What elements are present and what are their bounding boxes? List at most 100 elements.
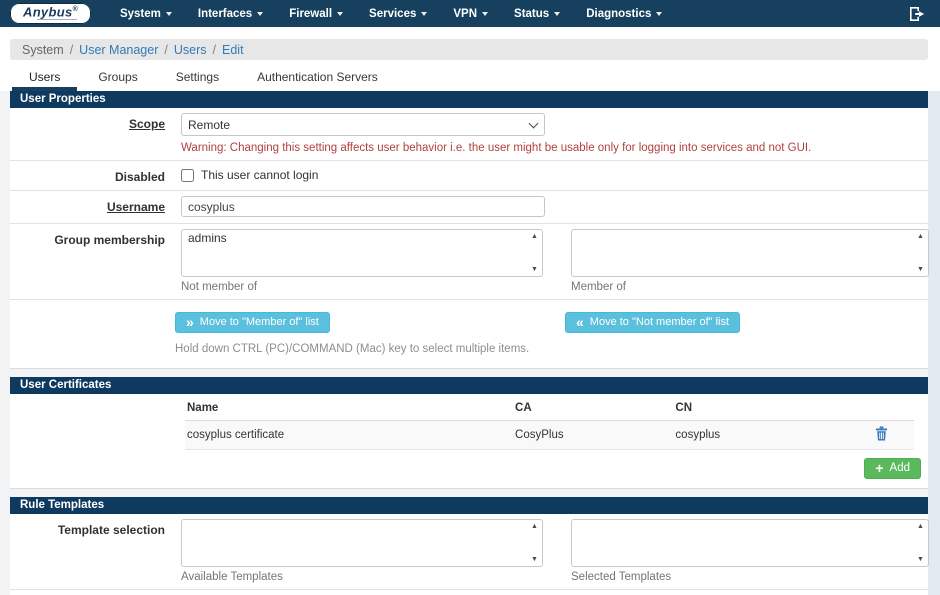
- listbox-scrollbar[interactable]: ▲ ▼: [528, 521, 541, 565]
- chevron-down-icon: [656, 12, 662, 16]
- listbox-scrollbar[interactable]: ▲ ▼: [914, 521, 927, 565]
- scroll-down-icon[interactable]: ▼: [917, 556, 924, 563]
- disabled-label: Disabled: [10, 166, 181, 184]
- breadcrumb-link-user-manager[interactable]: User Manager: [79, 43, 158, 57]
- add-certificate-button[interactable]: + Add: [864, 458, 921, 479]
- tab-bar: Users Groups Settings Authentication Ser…: [10, 65, 928, 91]
- group-membership-row: Group membership admins ▲ ▼ Not membe: [10, 224, 928, 300]
- move-to-not-member-of-label: Move to "Not member of" list: [590, 316, 729, 328]
- column-ca: CA: [513, 396, 673, 421]
- anybus-logo[interactable]: Anybus®: [10, 3, 91, 24]
- username-label: Username: [10, 196, 181, 217]
- menu-interfaces[interactable]: Interfaces: [185, 0, 276, 27]
- breadcrumb: System / User Manager / Users / Edit: [10, 39, 928, 60]
- column-name: Name: [185, 396, 513, 421]
- available-templates-listbox[interactable]: ▲ ▼: [181, 519, 543, 567]
- username-control: [181, 196, 928, 217]
- listbox-scrollbar[interactable]: ▲ ▼: [914, 231, 927, 275]
- plus-icon: +: [875, 463, 883, 474]
- not-member-of-group: admins ▲ ▼ Not member of: [181, 229, 543, 293]
- scroll-up-icon[interactable]: ▲: [917, 233, 924, 240]
- table-row: cosyplus certificate CosyPlus cosyplus: [185, 421, 914, 450]
- cert-name-cell: cosyplus certificate: [185, 421, 513, 450]
- sign-out-icon[interactable]: [908, 6, 926, 22]
- move-to-member-of-button[interactable]: » Move to "Member of" list: [175, 312, 330, 333]
- tab-groups[interactable]: Groups: [81, 65, 154, 91]
- template-move-row: » Move to "Apply Templates" list « Move …: [10, 590, 928, 595]
- tab-users[interactable]: Users: [12, 65, 77, 91]
- scope-warning: Warning: Changing this setting affects u…: [181, 142, 914, 154]
- user-properties-header: User Properties: [10, 91, 928, 108]
- menu-firewall-label: Firewall: [289, 8, 332, 20]
- breadcrumb-separator: /: [70, 43, 73, 57]
- disabled-row: Disabled This user cannot login: [10, 161, 928, 191]
- menu-status[interactable]: Status: [501, 0, 573, 27]
- listbox-scrollbar[interactable]: ▲ ▼: [528, 231, 541, 275]
- menu-services-label: Services: [369, 8, 416, 20]
- group-move-row: » Move to "Member of" list « Move to "No…: [10, 300, 928, 368]
- menu-system[interactable]: System: [107, 0, 185, 27]
- selected-templates-listbox[interactable]: ▲ ▼: [571, 519, 929, 567]
- delete-certificate-icon[interactable]: [875, 426, 888, 444]
- member-of-caption: Member of: [571, 281, 929, 293]
- tab-settings[interactable]: Settings: [159, 65, 236, 91]
- menu-vpn[interactable]: VPN: [440, 0, 501, 27]
- add-button-label: Add: [890, 462, 910, 474]
- user-certificates-panel: User Certificates Name CA CN cosyplus ce…: [10, 377, 928, 489]
- member-of-listbox[interactable]: ▲ ▼: [571, 229, 929, 277]
- certificates-header-row: Name CA CN: [185, 396, 914, 421]
- scope-label: Scope: [10, 113, 181, 154]
- chevron-down-icon: [166, 12, 172, 16]
- disabled-checkbox[interactable]: [181, 169, 194, 182]
- menu-diagnostics[interactable]: Diagnostics: [573, 0, 675, 27]
- column-actions: [848, 396, 914, 421]
- template-selection-control: ▲ ▼ Available Templates ▲ ▼: [181, 519, 940, 583]
- double-arrow-left-icon: «: [576, 317, 584, 327]
- member-of-group: ▲ ▼ Member of: [571, 229, 929, 293]
- add-row: + Add: [10, 450, 928, 488]
- double-arrow-right-icon: »: [186, 317, 194, 327]
- cert-cn-cell: cosyplus: [673, 421, 848, 450]
- breadcrumb-separator: /: [213, 43, 216, 57]
- scroll-up-icon[interactable]: ▲: [531, 233, 538, 240]
- certificates-table: Name CA CN cosyplus certificate CosyPlus…: [185, 396, 914, 450]
- menu-diagnostics-label: Diagnostics: [586, 8, 651, 20]
- breadcrumb-root: System: [22, 43, 64, 57]
- tab-authentication-servers[interactable]: Authentication Servers: [240, 65, 395, 91]
- not-member-of-caption: Not member of: [181, 281, 543, 293]
- selected-templates-caption: Selected Templates: [571, 571, 929, 583]
- not-member-of-listbox[interactable]: admins ▲ ▼: [181, 229, 543, 277]
- chevron-down-icon: [482, 12, 488, 16]
- template-selection-label: Template selection: [10, 519, 181, 583]
- breadcrumb-link-edit[interactable]: Edit: [222, 43, 244, 57]
- scroll-down-icon[interactable]: ▼: [917, 266, 924, 273]
- menu-status-label: Status: [514, 8, 549, 20]
- list-item[interactable]: admins: [182, 230, 542, 246]
- scroll-down-icon[interactable]: ▼: [531, 266, 538, 273]
- group-membership-control: admins ▲ ▼ Not member of: [181, 229, 940, 293]
- menu-vpn-label: VPN: [453, 8, 477, 20]
- username-input[interactable]: [181, 196, 545, 217]
- scope-select[interactable]: Remote: [181, 113, 545, 136]
- menu-firewall[interactable]: Firewall: [276, 0, 356, 27]
- chevron-down-icon: [337, 12, 343, 16]
- breadcrumb-link-users[interactable]: Users: [174, 43, 207, 57]
- scroll-up-icon[interactable]: ▲: [917, 523, 924, 530]
- group-membership-label: Group membership: [10, 229, 181, 293]
- template-selection-row: Template selection ▲ ▼ Available Templat…: [10, 514, 928, 590]
- breadcrumb-separator: /: [164, 43, 167, 57]
- certificates-table-wrap: Name CA CN cosyplus certificate CosyPlus…: [10, 394, 928, 450]
- logo-wordmark: Anybus: [23, 5, 72, 20]
- disabled-checkbox-label: This user cannot login: [201, 168, 318, 182]
- scope-row: Scope Remote Warning: Changing this sett…: [10, 108, 928, 161]
- menu-services[interactable]: Services: [356, 0, 440, 27]
- disabled-control: This user cannot login: [181, 166, 928, 184]
- rule-templates-header: Rule Templates: [10, 497, 928, 514]
- scroll-down-icon[interactable]: ▼: [531, 556, 538, 563]
- move-to-not-member-of-button[interactable]: « Move to "Not member of" list: [565, 312, 740, 333]
- logo-text: Anybus®: [23, 4, 78, 18]
- main-content: User Properties Scope Remote Warning: Ch…: [0, 91, 940, 595]
- scroll-up-icon[interactable]: ▲: [531, 523, 538, 530]
- menu-interfaces-label: Interfaces: [198, 8, 252, 20]
- username-row: Username: [10, 191, 928, 224]
